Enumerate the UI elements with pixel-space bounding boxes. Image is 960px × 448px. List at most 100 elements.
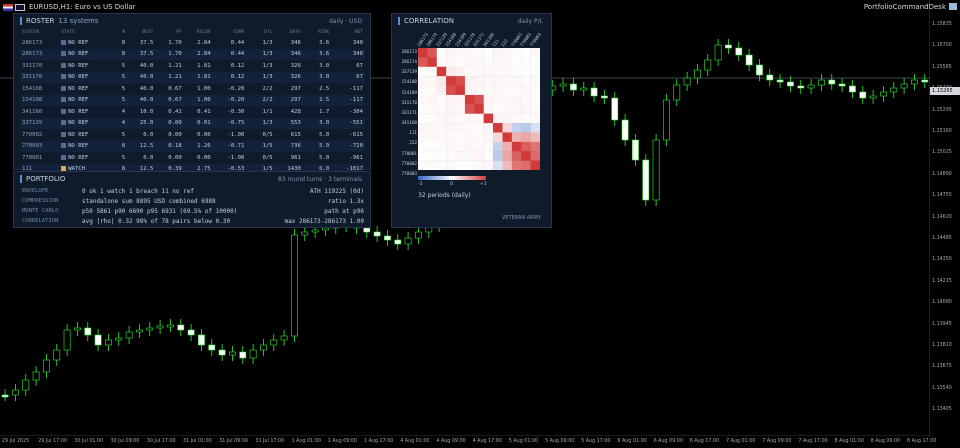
heatmap-cell[interactable] xyxy=(511,160,522,170)
heatmap-cell[interactable] xyxy=(521,57,531,67)
heatmap-cell[interactable] xyxy=(511,123,522,133)
roster-row[interactable]: 341160 NO REF 4 10.0 0.41 0.41 -0.30 1/1 428 1.7 -… xyxy=(20,106,365,118)
roster-column-header[interactable]: BEST xyxy=(127,28,155,37)
roster-column-header[interactable]: CORR xyxy=(213,28,247,37)
roster-row[interactable]: 286173 NO REF 8 37.5 1.70 2.84 0.44 1/3 346 3.6 34… xyxy=(20,37,365,49)
heatmap-cell[interactable] xyxy=(418,132,428,143)
heatmap-cell[interactable] xyxy=(483,141,494,152)
heatmap-cell[interactable] xyxy=(455,104,466,114)
heatmap-cell[interactable] xyxy=(418,66,428,77)
heatmap-cell[interactable] xyxy=(418,76,428,86)
heatmap-cell[interactable] xyxy=(511,85,522,96)
heatmap-cell[interactable] xyxy=(436,57,447,67)
heatmap-cell[interactable] xyxy=(502,76,513,86)
heatmap-cell[interactable] xyxy=(530,94,540,105)
heatmap-cell[interactable] xyxy=(474,104,484,114)
heatmap-cell[interactable] xyxy=(530,76,540,86)
heatmap-cell[interactable] xyxy=(474,94,484,105)
heatmap-cell[interactable] xyxy=(483,160,494,170)
heatmap-cell[interactable] xyxy=(455,151,466,161)
heatmap-cell[interactable] xyxy=(493,85,503,96)
expert-cap-icon[interactable] xyxy=(949,3,957,10)
heatmap-cell[interactable] xyxy=(493,57,503,67)
heatmap-cell[interactable] xyxy=(483,132,494,143)
heatmap-cell[interactable] xyxy=(455,48,466,58)
heatmap-cell[interactable] xyxy=(418,141,428,152)
heatmap-cell[interactable] xyxy=(521,66,531,77)
heatmap-cell[interactable] xyxy=(418,104,428,114)
heatmap-cell[interactable] xyxy=(521,76,531,86)
heatmap-cell[interactable] xyxy=(521,85,531,96)
heatmap-cell[interactable] xyxy=(530,123,540,133)
roster-row[interactable]: 331170 NO REF 5 40.0 1.21 1.81 0.12 1/3 326 3.0 67 xyxy=(20,60,365,72)
roster-column-header[interactable]: DAYS xyxy=(275,28,303,37)
heatmap-cell[interactable] xyxy=(474,48,484,58)
heatmap-cell[interactable] xyxy=(483,66,494,77)
heatmap-cell[interactable] xyxy=(427,123,437,133)
heatmap-cell[interactable] xyxy=(511,104,522,114)
heatmap-cell[interactable] xyxy=(521,132,531,143)
heatmap-cell[interactable] xyxy=(427,94,437,105)
heatmap-cell[interactable] xyxy=(418,94,428,105)
heatmap-cell[interactable] xyxy=(474,160,484,170)
heatmap-cell[interactable] xyxy=(502,132,513,143)
roster-column-header[interactable]: SYSTEM xyxy=(20,28,59,37)
heatmap-cell[interactable] xyxy=(493,104,503,114)
heatmap-cell[interactable] xyxy=(493,113,503,124)
heatmap-cell[interactable] xyxy=(446,123,456,133)
heatmap-cell[interactable] xyxy=(464,151,475,161)
heatmap-cell[interactable] xyxy=(483,104,494,114)
heatmap-cell[interactable] xyxy=(511,141,522,152)
heatmap-cell[interactable] xyxy=(436,85,447,96)
roster-row[interactable]: 154108 NO REF 5 40.0 0.67 1.00 -0.20 2/2 297 2.5 -… xyxy=(20,83,365,95)
heatmap-cell[interactable] xyxy=(427,85,437,96)
heatmap-cell[interactable] xyxy=(446,85,456,96)
heatmap-cell[interactable] xyxy=(511,48,522,58)
heatmap-cell[interactable] xyxy=(502,104,513,114)
roster-column-header[interactable]: RISK xyxy=(303,28,331,37)
heatmap-cell[interactable] xyxy=(446,94,456,105)
heatmap-cell[interactable] xyxy=(521,48,531,58)
roster-row[interactable]: 331170 NO REF 5 40.0 1.21 1.81 0.12 1/3 326 3.0 67 xyxy=(20,71,365,83)
heatmap-cell[interactable] xyxy=(474,151,484,161)
heatmap-cell[interactable] xyxy=(446,113,456,124)
heatmap-cell[interactable] xyxy=(464,66,475,77)
heatmap-cell[interactable] xyxy=(521,160,531,170)
heatmap-cell[interactable] xyxy=(502,113,513,124)
roster-column-header[interactable]: N xyxy=(110,28,127,37)
heatmap-cell[interactable] xyxy=(502,66,513,77)
heatmap-cell[interactable] xyxy=(427,151,437,161)
heatmap-cell[interactable] xyxy=(511,57,522,67)
heatmap-cell[interactable] xyxy=(493,76,503,86)
heatmap-cell[interactable] xyxy=(511,66,522,77)
heatmap-cell[interactable] xyxy=(530,57,540,67)
heatmap-cell[interactable] xyxy=(530,104,540,114)
heatmap-cell[interactable] xyxy=(502,94,513,105)
heatmap-cell[interactable] xyxy=(436,94,447,105)
heatmap-cell[interactable] xyxy=(521,104,531,114)
heatmap-cell[interactable] xyxy=(483,123,494,133)
heatmap-cell[interactable] xyxy=(502,85,513,96)
heatmap-cell[interactable] xyxy=(474,85,484,96)
heatmap-cell[interactable] xyxy=(502,57,513,67)
heatmap-cell[interactable] xyxy=(474,141,484,152)
heatmap-cell[interactable] xyxy=(493,123,503,133)
heatmap-cell[interactable] xyxy=(446,151,456,161)
heatmap-cell[interactable] xyxy=(436,104,447,114)
roster-column-header[interactable]: PF xyxy=(155,28,183,37)
heatmap-cell[interactable] xyxy=(474,113,484,124)
heatmap-cell[interactable] xyxy=(511,113,522,124)
heatmap-cell[interactable] xyxy=(530,151,540,161)
heatmap-cell[interactable] xyxy=(493,48,503,58)
heatmap-cell[interactable] xyxy=(436,160,447,170)
heatmap-cell[interactable] xyxy=(464,85,475,96)
roster-row[interactable]: 770001 NO REF 5 0.0 0.00 0.00 -1.00 0/5 961 5.0 -9… xyxy=(20,152,365,164)
heatmap-cell[interactable] xyxy=(436,76,447,86)
heatmap-cell[interactable] xyxy=(483,57,494,67)
heatmap-cell[interactable] xyxy=(502,151,513,161)
heatmap-cell[interactable] xyxy=(483,76,494,86)
heatmap-cell[interactable] xyxy=(446,141,456,152)
heatmap-cell[interactable] xyxy=(436,123,447,133)
heatmap-cell[interactable] xyxy=(427,66,437,77)
heatmap-cell[interactable] xyxy=(493,66,503,77)
